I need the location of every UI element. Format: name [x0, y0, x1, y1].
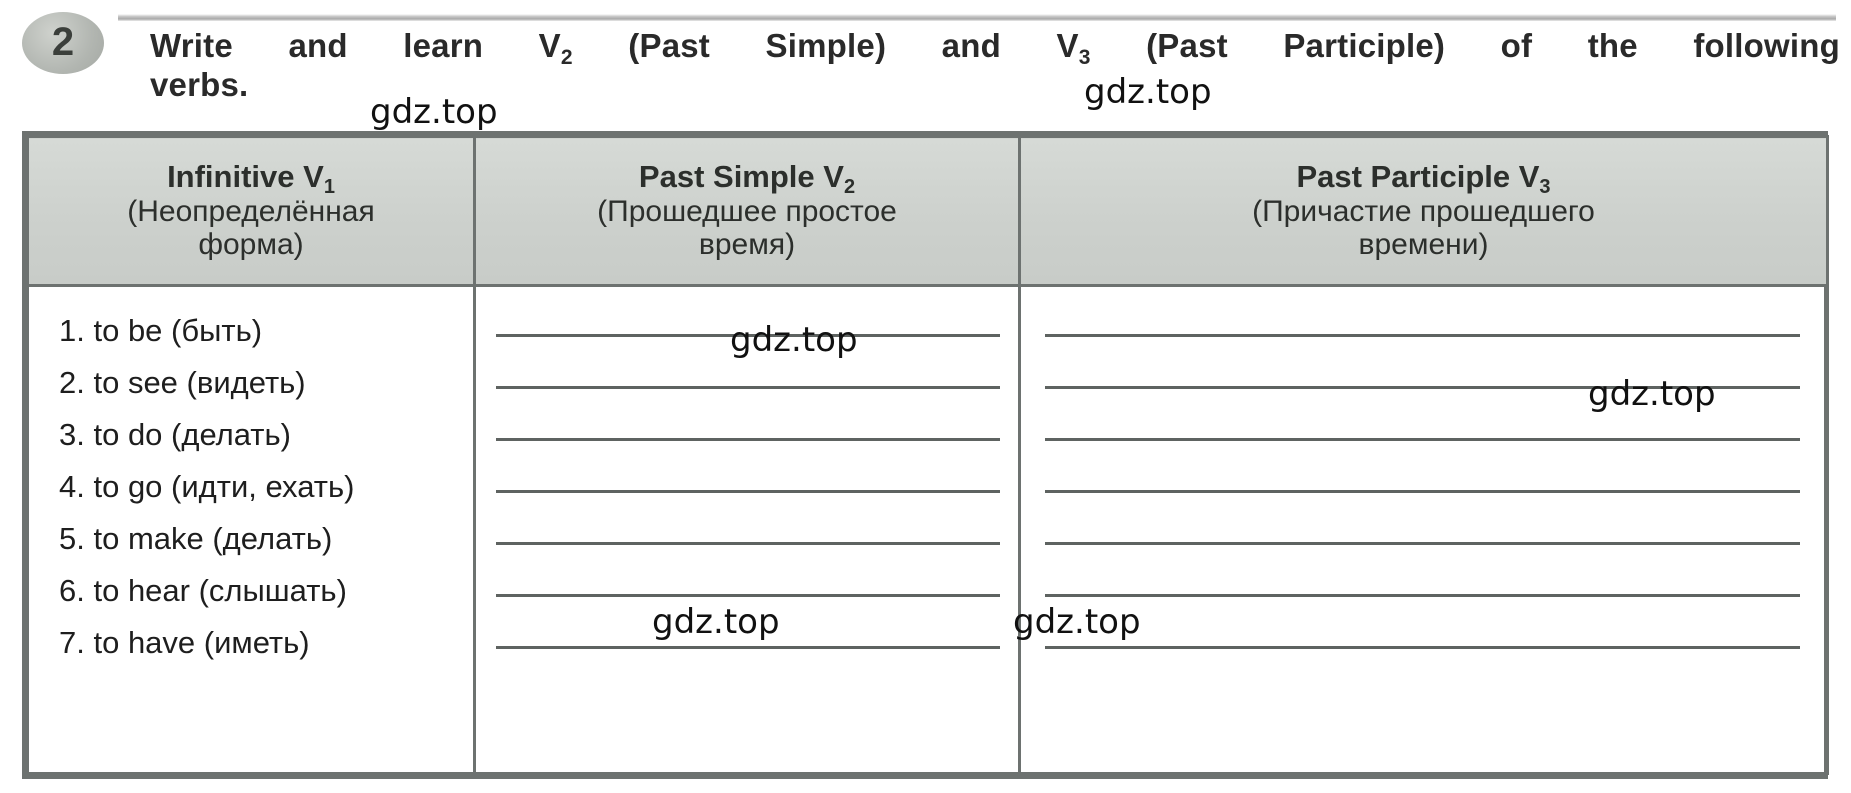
answer-line-past-participle[interactable]	[1045, 594, 1800, 597]
verb-text: to go (идти, ехать)	[84, 469, 355, 504]
answer-lines-past-simple[interactable]	[476, 287, 1018, 772]
answer-line-past-participle[interactable]	[1045, 646, 1800, 649]
v3-subscript: 3	[1078, 46, 1091, 69]
verbs-table: Infinitive V1 (Неопределённая форма) Pas…	[26, 135, 1829, 775]
instruction-part-2: (Past Simple) and V	[572, 27, 1079, 64]
answer-line-past-simple[interactable]	[496, 386, 1000, 389]
header-text-en: Infinitive V	[167, 159, 324, 195]
answer-line-past-simple[interactable]	[496, 542, 1000, 545]
verb-text: to have (иметь)	[84, 625, 310, 660]
instruction-part-4: verbs.	[150, 65, 249, 103]
column-header-past-simple-english: Past Simple V2	[476, 159, 1018, 199]
verb-number: 4.	[59, 469, 85, 504]
exercise-instruction: Write and learn V2 (Past Simple) and V3 …	[150, 27, 1840, 105]
verb-number: 6.	[59, 573, 85, 608]
column-header-past-participle-english: Past Participle V3	[1021, 159, 1826, 199]
column-header-past-participle: Past Participle V3 (Причастие прошедшего…	[1018, 135, 1829, 287]
answer-line-past-simple[interactable]	[496, 594, 1000, 597]
verb-list-item: 1. to be (быть)	[59, 305, 473, 357]
verb-list-item: 4. to go (идти, ехать)	[59, 461, 473, 513]
table-header-row: Infinitive V1 (Неопределённая форма) Pas…	[26, 135, 1829, 287]
verb-number: 3.	[59, 417, 85, 452]
verb-list-item: 6. to hear (слышать)	[59, 565, 473, 617]
cell-past-participle-answers[interactable]	[1018, 284, 1829, 775]
column-header-infinitive-russian-2: форма)	[198, 228, 304, 262]
instruction-part-3: (Past Participle) of the following	[1090, 27, 1840, 64]
answer-line-past-simple[interactable]	[496, 334, 1000, 337]
column-header-infinitive-english: Infinitive V1	[29, 159, 473, 199]
column-header-infinitive: Infinitive V1 (Неопределённая форма)	[26, 135, 476, 287]
verb-list: 1. to be (быть) 2. to see (видеть) 3. to d…	[29, 287, 473, 669]
cell-infinitive-list: 1. to be (быть) 2. to see (видеть) 3. to d…	[26, 284, 476, 775]
header-text-en: Past Simple V	[638, 159, 844, 195]
verb-number: 5.	[59, 521, 85, 556]
verb-text: to do (делать)	[84, 417, 291, 452]
instruction-part-1: Write and learn V	[150, 27, 561, 64]
exercise-number-badge: 2	[22, 12, 104, 74]
answer-line-past-simple[interactable]	[496, 490, 1000, 493]
header-subscript: 1	[323, 176, 335, 199]
column-header-past-simple-russian-1: (Прошедшее простое	[597, 194, 897, 228]
column-header-past-participle-russian-1: (Причастие прошедшего	[1252, 194, 1595, 228]
verb-list-item: 7. to have (иметь)	[59, 617, 473, 669]
exercise-header: 2 Write and learn V2 (Past Simple) and V…	[0, 0, 1851, 118]
answer-lines-past-participle[interactable]	[1021, 287, 1826, 772]
verb-text: to see (видеть)	[84, 365, 306, 400]
verb-list-item: 2. to see (видеть)	[59, 357, 473, 409]
table-body-row: 1. to be (быть) 2. to see (видеть) 3. to d…	[26, 284, 1829, 775]
verb-text: to be (быть)	[84, 313, 263, 348]
verb-list-item: 5. to make (делать)	[59, 513, 473, 565]
column-header-past-participle-russian-2: времени)	[1358, 228, 1489, 262]
answer-line-past-participle[interactable]	[1045, 490, 1800, 493]
header-text-en: Past Participle V	[1296, 159, 1540, 195]
cell-past-simple-answers[interactable]	[473, 284, 1021, 775]
answer-line-past-participle[interactable]	[1045, 438, 1800, 441]
column-header-past-simple: Past Simple V2 (Прошедшее простое время)	[473, 135, 1021, 287]
header-subscript: 2	[843, 176, 856, 199]
verb-number: 7.	[59, 625, 85, 660]
answer-line-past-participle[interactable]	[1045, 334, 1800, 337]
verbs-table-wrapper: Infinitive V1 (Неопределённая форма) Pas…	[22, 131, 1829, 779]
v2-subscript: 2	[560, 46, 573, 69]
verb-number: 1.	[59, 313, 85, 348]
verb-text: to hear (слышать)	[84, 573, 347, 608]
header-rule-bar	[118, 14, 1836, 21]
column-header-infinitive-russian-1: (Неопределённая	[127, 194, 375, 228]
verb-number: 2.	[59, 365, 85, 400]
header-subscript: 3	[1539, 176, 1551, 199]
answer-line-past-participle[interactable]	[1045, 386, 1800, 389]
answer-line-past-simple[interactable]	[496, 438, 1000, 441]
column-header-past-simple-russian-2: время)	[698, 228, 796, 262]
answer-line-past-simple[interactable]	[496, 646, 1000, 649]
exercise-number: 2	[51, 20, 75, 64]
answer-line-past-participle[interactable]	[1045, 542, 1800, 545]
verb-list-item: 3. to do (делать)	[59, 409, 473, 461]
verb-text: to make (делать)	[84, 521, 333, 556]
